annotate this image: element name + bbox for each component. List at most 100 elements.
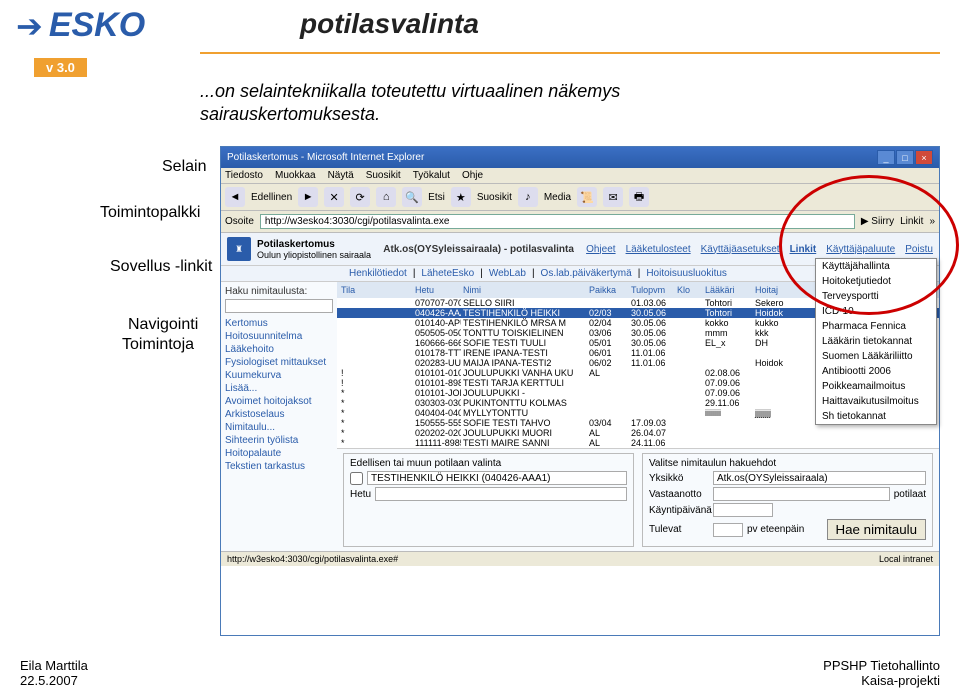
menu-tools[interactable]: Työkalut xyxy=(413,170,450,181)
sublink[interactable]: Hoitoisuusluokitus xyxy=(646,268,727,279)
sidebar-item[interactable]: Arkistoselaus xyxy=(225,408,333,421)
chevron-icon[interactable]: » xyxy=(929,216,935,227)
tab-laake[interactable]: Lääketulosteet xyxy=(626,244,691,255)
table-cell: 30.05.06 xyxy=(629,318,675,328)
sublink[interactable]: LäheteEsko xyxy=(421,268,474,279)
box1-input[interactable]: TESTIHENKILÖ HEIKKI (040426-AAA1) xyxy=(367,471,627,485)
tab-linkit[interactable]: Linkit xyxy=(790,244,817,255)
table-cell xyxy=(703,348,753,358)
media-label: Media xyxy=(544,192,571,203)
favorites-icon[interactable]: ★ xyxy=(451,187,471,207)
box2-yksikko-input[interactable]: Atk.os(OYSyleissairaala) xyxy=(713,471,926,485)
table-row[interactable]: *111111-8985TESTI MAIRE SANNIAL24.11.06 xyxy=(337,438,939,448)
sidebar-item[interactable]: Hoitosuunnitelma xyxy=(225,330,333,343)
go-button[interactable]: ▶ Siirry xyxy=(861,216,894,227)
sidebar-item[interactable]: Tekstien tarkastus xyxy=(225,460,333,473)
dropdown-item[interactable]: Haittavaikutusilmoitus xyxy=(816,394,936,409)
app-section: Atk.os(OYSyleissairaala) - potilasvalint… xyxy=(383,244,574,255)
table-cell: Tohtori xyxy=(703,308,753,318)
dropdown-item[interactable]: Terveysportti xyxy=(816,289,936,304)
box2-vasta-input[interactable] xyxy=(713,487,890,501)
box1-checkbox[interactable] xyxy=(350,472,363,485)
dropdown-item[interactable]: Antibiootti 2006 xyxy=(816,364,936,379)
minimize-button[interactable]: _ xyxy=(877,150,895,165)
sidebar-item[interactable]: Sihteerin työlista xyxy=(225,434,333,447)
table-cell: PUKINTONTTU KOLMAS xyxy=(461,398,587,408)
table-cell: TESTIHENKILÖ HEIKKI xyxy=(461,308,587,318)
menu-edit[interactable]: Muokkaa xyxy=(275,170,316,181)
maximize-button[interactable]: □ xyxy=(896,150,914,165)
print-icon[interactable]: 🖶 xyxy=(629,187,649,207)
col-tulopvm[interactable]: Tulopvm xyxy=(629,284,675,296)
col-nimi[interactable]: Nimi xyxy=(461,284,587,296)
sidebar-item[interactable]: Lääkehoito xyxy=(225,343,333,356)
table-cell xyxy=(703,418,753,428)
box2-paiv-input[interactable] xyxy=(713,503,773,517)
links-label[interactable]: Linkit xyxy=(900,216,923,227)
sidebar-item[interactable]: Avoimet hoitojaksot xyxy=(225,395,333,408)
sidebar-item[interactable]: Fysiologiset mittaukset xyxy=(225,356,333,369)
sidebar-item[interactable]: Kertomus xyxy=(225,317,333,330)
mail-icon[interactable]: ✉ xyxy=(603,187,623,207)
sidebar-item[interactable]: Kuumekurva xyxy=(225,369,333,382)
sublink[interactable]: Os.lab.päiväkertymä xyxy=(541,268,632,279)
table-cell xyxy=(675,328,703,338)
table-cell xyxy=(587,298,629,308)
table-cell xyxy=(675,338,703,348)
sublink[interactable]: Henkilötiedot xyxy=(349,268,407,279)
sidebar-search-input[interactable] xyxy=(225,299,333,313)
dropdown-item[interactable]: Käyttäjähallinta xyxy=(816,259,936,274)
back-button[interactable]: ◄ xyxy=(225,187,245,207)
home-button[interactable]: ⌂ xyxy=(376,187,396,207)
close-button[interactable]: × xyxy=(915,150,933,165)
dropdown-item[interactable]: Suomen Lääkäriliitto xyxy=(816,349,936,364)
hae-button[interactable]: Hae nimitaulu xyxy=(827,519,927,540)
footer-org: PPSHP Tietohallinto xyxy=(823,658,940,673)
dropdown-item[interactable]: Sh tietokannat xyxy=(816,409,936,424)
table-cell: 040404-0404 xyxy=(413,408,461,418)
tab-poistu[interactable]: Poistu xyxy=(905,244,933,255)
media-icon[interactable]: ♪ xyxy=(518,187,538,207)
box1-hetu-input[interactable] xyxy=(375,487,627,501)
table-cell xyxy=(629,408,675,418)
sidebar-item[interactable]: Hoitopalaute xyxy=(225,447,333,460)
col-laakari[interactable]: Lääkäri xyxy=(703,284,753,296)
dropdown-item[interactable]: ICD-10 xyxy=(816,304,936,319)
table-cell: mmm xyxy=(703,328,753,338)
col-klo[interactable]: Klo xyxy=(675,284,703,296)
address-input[interactable]: http://w3esko4:3030/cgi/potilasvalinta.e… xyxy=(260,214,855,229)
col-hoitaj[interactable]: Hoitaj xyxy=(753,284,795,296)
history-icon[interactable]: 📜 xyxy=(577,187,597,207)
dropdown-item[interactable]: Hoitoketjutiedot xyxy=(816,274,936,289)
table-cell: 010101-JOP1 xyxy=(413,388,461,398)
table-cell xyxy=(629,368,675,378)
refresh-button[interactable]: ⟳ xyxy=(350,187,370,207)
tab-palaute[interactable]: Käyttäjäpaluute xyxy=(826,244,895,255)
stop-button[interactable]: ✕ xyxy=(324,187,344,207)
dropdown-item[interactable]: Pharmaca Fennica xyxy=(816,319,936,334)
tab-ohjeet[interactable]: Ohjeet xyxy=(586,244,615,255)
menu-help[interactable]: Ohje xyxy=(462,170,483,181)
top-tabs: Ohjeet Lääketulosteet Käyttäjäasetukset … xyxy=(586,244,933,255)
sidebar-item[interactable]: Nimitaulu... xyxy=(225,421,333,434)
table-cell: MAIJA IPANA-TESTI2 xyxy=(461,358,587,368)
menu-view[interactable]: Näytä xyxy=(328,170,354,181)
search-icon[interactable]: 🔍 xyxy=(402,187,422,207)
sublink[interactable]: WebLab xyxy=(489,268,526,279)
tab-asetukset[interactable]: Käyttäjäasetukset xyxy=(701,244,780,255)
app-logo: ♜ Potilaskertomus Oulun yliopistollinen … xyxy=(227,237,371,261)
table-cell: AL xyxy=(587,438,629,448)
table-cell xyxy=(675,438,703,448)
table-row[interactable]: *020202-0202JOULUPUKKI MUORIAL26.04.07 xyxy=(337,428,939,438)
table-cell xyxy=(675,428,703,438)
sidebar-item[interactable]: Lisää... xyxy=(225,382,333,395)
forward-button[interactable]: ► xyxy=(298,187,318,207)
col-tila[interactable]: Tila xyxy=(339,284,413,296)
dropdown-item[interactable]: Lääkärin tietokannat xyxy=(816,334,936,349)
col-paikka[interactable]: Paikka xyxy=(587,284,629,296)
menu-file[interactable]: Tiedosto xyxy=(225,170,263,181)
box2-tulevat-input[interactable] xyxy=(713,523,743,537)
dropdown-item[interactable]: Poikkeamailmoitus xyxy=(816,379,936,394)
menu-favorites[interactable]: Suosikit xyxy=(366,170,401,181)
col-hetu[interactable]: Hetu xyxy=(413,284,461,296)
